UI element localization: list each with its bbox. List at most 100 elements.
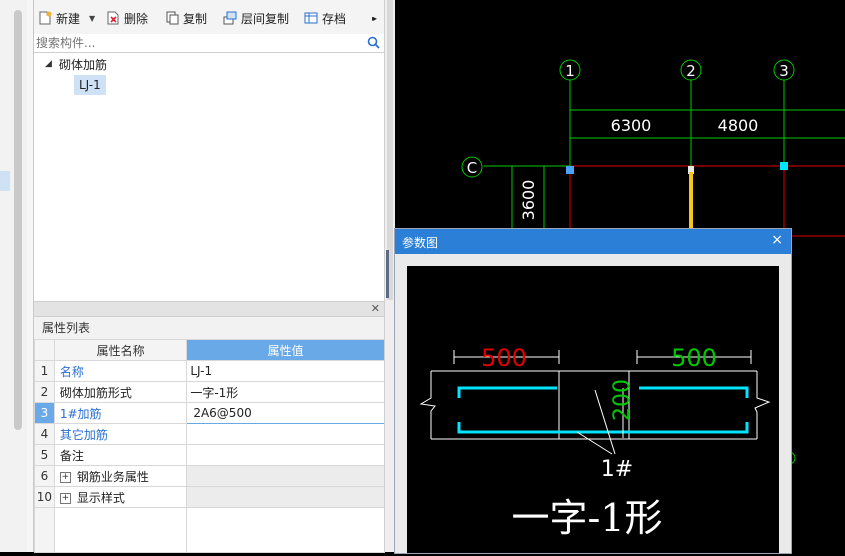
column-marker[interactable] xyxy=(780,162,788,170)
selected-wall-segment[interactable] xyxy=(689,172,693,230)
table-row[interactable]: 1 名称 LJ-1 xyxy=(34,360,385,382)
floor-copy-button[interactable]: 层间复制 xyxy=(223,9,289,27)
toolbar: 新建 ▼ 删除 复制 层间复制 存档 ▸▸ xyxy=(34,0,385,35)
axis-label-c: C xyxy=(467,159,477,177)
table-row-group[interactable]: 10 + 显示样式 xyxy=(34,486,385,508)
floor-copy-icon xyxy=(223,11,237,25)
tree-node-lj-1[interactable]: LJ-1 xyxy=(74,75,106,95)
dimension-3600: 3600 xyxy=(519,180,538,221)
axis-label-3: 3 xyxy=(779,62,789,80)
dialog-title-bar[interactable]: 参数图 × xyxy=(395,229,791,254)
splitter-grip[interactable] xyxy=(386,250,389,298)
table-row[interactable]: 2 砌体加筋形式 一字-1形 xyxy=(34,381,385,403)
parameter-diagram-svg: 500 500 200 1# 一字-1形 xyxy=(419,344,771,540)
properties-title-bar: 属性列表 xyxy=(34,317,385,339)
component-tree: ◢ 砌体加筋 LJ-1 xyxy=(34,53,385,302)
delete-button[interactable]: 删除 xyxy=(106,9,148,27)
parameter-dialog: 参数图 × 500 500 200 1# 一字-1形 xyxy=(394,228,792,554)
table-row[interactable]: 4 其它加筋 xyxy=(34,423,385,445)
dimension-center-200: 200 xyxy=(610,379,635,421)
properties-table: 属性名称 属性值 1 名称 LJ-1 2 砌体加筋形式 一字-1形 3 1#加筋… xyxy=(34,339,385,553)
left-scrollbar[interactable] xyxy=(14,10,22,430)
expand-plus-icon[interactable]: + xyxy=(59,492,71,504)
copy-icon xyxy=(165,11,179,25)
property-group: + 显示样式 xyxy=(53,486,188,508)
parameter-diagram: 500 500 200 1# 一字-1形 xyxy=(407,266,779,553)
property-name: 钢筋业务属性 xyxy=(76,469,149,484)
row-number xyxy=(34,507,55,553)
dimension-right-500: 500 xyxy=(671,344,717,372)
row-number: 10 xyxy=(34,486,55,508)
archive-icon xyxy=(304,11,318,25)
header-name-cell: 属性名称 xyxy=(53,339,188,361)
expand-plus-icon[interactable]: + xyxy=(59,471,71,483)
axis-label-2: 2 xyxy=(686,62,696,80)
dimension-left-500: 500 xyxy=(481,344,527,372)
new-icon xyxy=(38,11,52,25)
property-value xyxy=(186,486,385,508)
empty-cell xyxy=(53,507,188,553)
copy-button[interactable]: 复制 xyxy=(165,9,207,27)
property-value[interactable]: LJ-1 xyxy=(186,360,385,382)
row-number: 6 xyxy=(34,465,55,487)
floor-copy-label: 层间复制 xyxy=(241,11,290,26)
shape-label: 一字-1形 xyxy=(511,496,662,540)
property-name: 砌体加筋形式 xyxy=(53,381,188,403)
table-row-group[interactable]: 6 + 钢筋业务属性 xyxy=(34,465,385,487)
property-name: 1#加筋 xyxy=(53,402,188,424)
search-input[interactable] xyxy=(36,35,356,50)
property-group: + 钢筋业务属性 xyxy=(53,465,188,487)
row-number: 3 xyxy=(34,402,55,424)
rebar-top-left xyxy=(457,386,557,398)
delete-label: 删除 xyxy=(124,11,149,26)
rebar-top-right xyxy=(639,386,749,398)
left-selection-marker xyxy=(0,171,10,191)
row-number: 2 xyxy=(34,381,55,403)
property-value xyxy=(186,465,385,487)
dialog-title: 参数图 xyxy=(402,236,439,250)
search-bar xyxy=(34,34,385,53)
empty-cell xyxy=(186,507,385,553)
row-number: 5 xyxy=(34,444,55,466)
toolbar-overflow-button[interactable]: ▸▸ xyxy=(372,9,377,27)
axis-label-1: 1 xyxy=(565,62,575,80)
dimension-4800: 4800 xyxy=(718,116,759,135)
rebar-label: 1# xyxy=(601,457,633,482)
archive-button[interactable]: 存档 xyxy=(304,9,346,27)
dialog-close-button[interactable]: × xyxy=(771,232,783,248)
dimension-6300: 6300 xyxy=(611,116,652,135)
property-name: 名称 xyxy=(53,360,188,382)
header-num-cell xyxy=(34,339,55,361)
row-number: 4 xyxy=(34,423,55,445)
leader-line xyxy=(576,431,613,455)
break-line-left xyxy=(419,371,436,439)
property-name: 备注 xyxy=(53,444,188,466)
panel-divider[interactable]: ✕ xyxy=(34,302,385,317)
property-name: 其它加筋 xyxy=(53,423,188,445)
archive-label: 存档 xyxy=(322,11,347,26)
break-line-right xyxy=(754,371,771,439)
close-icon[interactable]: ✕ xyxy=(371,302,380,315)
table-header-row: 属性名称 属性值 xyxy=(34,339,385,361)
row-number: 1 xyxy=(34,360,55,382)
new-label: 新建 xyxy=(56,11,81,26)
properties-title: 属性列表 xyxy=(42,321,91,335)
search-icon[interactable] xyxy=(367,36,380,52)
property-value[interactable] xyxy=(186,444,385,466)
table-row-selected[interactable]: 3 1#加筋 2A6@500 xyxy=(34,402,385,424)
tree-expand-icon[interactable]: ◢ xyxy=(45,59,52,69)
copy-label: 复制 xyxy=(183,11,208,26)
chevron-down-icon[interactable]: ▼ xyxy=(89,14,95,23)
table-row-empty xyxy=(34,507,385,553)
new-button[interactable]: 新建 ▼ xyxy=(38,9,95,27)
column-marker[interactable] xyxy=(566,166,574,174)
component-panel: 新建 ▼ 删除 复制 层间复制 存档 ▸▸ 搜索构件... ◢ 砌体加筋 LJ-… xyxy=(33,0,386,553)
property-value[interactable]: 一字-1形 xyxy=(186,381,385,403)
property-value[interactable] xyxy=(186,423,385,445)
property-name: 显示样式 xyxy=(76,490,125,505)
tree-node-root[interactable]: 砌体加筋 xyxy=(59,56,107,73)
table-row[interactable]: 5 备注 xyxy=(34,444,385,466)
overflow-icon: ▸▸ xyxy=(372,13,377,23)
header-value-cell: 属性值 xyxy=(186,339,385,361)
property-value-editor[interactable]: 2A6@500 xyxy=(186,402,385,424)
